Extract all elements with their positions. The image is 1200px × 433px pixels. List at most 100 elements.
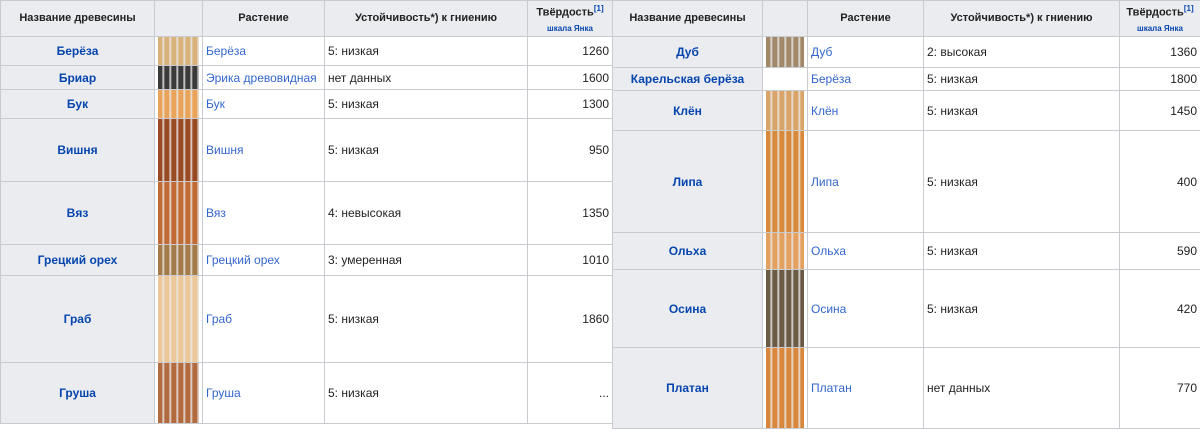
col-header-resistance[interactable]: Устойчивость*) к гниению	[324, 0, 528, 37]
hardness-cell: 950	[527, 118, 613, 182]
hardness-scale: шкала Янка	[1137, 23, 1183, 33]
resistance-cell: 5: низкая	[923, 232, 1120, 270]
wood-name[interactable]: Вишня	[0, 118, 155, 182]
wood-sample-image[interactable]	[154, 118, 203, 182]
wood-sample-image[interactable]	[154, 36, 203, 66]
table-row: Ольха Ольха 5: низкая 590	[612, 232, 1200, 270]
col-header-resistance[interactable]: Устойчивость*) к гниению	[923, 0, 1120, 37]
col-header-hardness[interactable]: Твёрдость[1] шкала Янка	[527, 0, 613, 37]
plant-link[interactable]: Липа	[811, 175, 839, 189]
plant-link[interactable]: Бук	[206, 97, 225, 111]
plant-link[interactable]: Граб	[206, 312, 232, 326]
wood-name[interactable]: Клён	[612, 90, 763, 131]
hardness-ref-link[interactable]: [1]	[594, 4, 604, 13]
plant-link[interactable]: Клён	[811, 104, 838, 118]
wood-swatch	[158, 245, 199, 275]
plant-link[interactable]: Эрика древовидная	[206, 71, 317, 85]
wood-name[interactable]: Груша	[0, 362, 155, 424]
wood-sample-image[interactable]	[154, 275, 203, 363]
col-header-name[interactable]: Название древесины	[0, 0, 155, 37]
wood-name[interactable]: Берёза	[0, 36, 155, 66]
wood-name[interactable]: Платан	[612, 347, 763, 429]
wood-swatch	[766, 91, 804, 130]
resistance-cell: 2: высокая	[923, 36, 1120, 68]
wood-swatch	[158, 119, 199, 181]
hardness-cell: 420	[1119, 269, 1200, 348]
plant-cell: Эрика древовидная	[202, 65, 325, 90]
plant-cell: Платан	[807, 347, 924, 429]
col-header-plant[interactable]: Растение	[202, 0, 325, 37]
wood-name[interactable]: Дуб	[612, 36, 763, 68]
plant-cell: Липа	[807, 130, 924, 233]
table-row: Дуб Дуб 2: высокая 1360	[612, 36, 1200, 68]
wood-sample-image[interactable]	[762, 90, 808, 131]
resistance-cell: 5: низкая	[923, 130, 1120, 233]
wood-sample-image[interactable]	[154, 89, 203, 119]
hardness-cell: 1600	[527, 65, 613, 90]
resistance-cell: 3: умеренная	[324, 244, 528, 276]
wood-swatch	[766, 270, 804, 347]
col-header-hardness[interactable]: Твёрдость[1] шкала Янка	[1119, 0, 1200, 37]
wood-name[interactable]: Бук	[0, 89, 155, 119]
col-header-image	[762, 0, 808, 37]
wood-name[interactable]: Липа	[612, 130, 763, 233]
wood-sample-image[interactable]	[762, 130, 808, 233]
table-row: Граб Граб 5: низкая 1860	[0, 275, 613, 363]
col-header-name[interactable]: Название древесины	[612, 0, 763, 37]
resistance-cell: 5: низкая	[324, 275, 528, 363]
plant-link[interactable]: Берёза	[811, 72, 851, 86]
wood-sample-image[interactable]	[762, 347, 808, 429]
plant-link[interactable]: Ольха	[811, 244, 846, 258]
resistance-cell: 5: низкая	[923, 90, 1120, 131]
wood-sample-image[interactable]	[154, 362, 203, 424]
resistance-cell: 5: низкая	[324, 36, 528, 66]
wood-swatch	[158, 182, 199, 244]
wood-sample-image[interactable]	[154, 181, 203, 245]
wood-sample-image[interactable]	[762, 232, 808, 270]
resistance-cell: 5: низкая	[923, 269, 1120, 348]
plant-link[interactable]: Берёза	[206, 44, 246, 58]
table-row: Осина Осина 5: низкая 420	[612, 269, 1200, 348]
resistance-cell: нет данных	[923, 347, 1120, 429]
wood-swatch	[766, 131, 804, 232]
wood-name[interactable]: Осина	[612, 269, 763, 348]
plant-cell: Ольха	[807, 232, 924, 270]
wood-sample-image[interactable]	[154, 244, 203, 276]
plant-link[interactable]: Грецкий орех	[206, 253, 280, 267]
wood-swatch	[158, 276, 199, 362]
hardness-cell: 1800	[1119, 67, 1200, 91]
plant-link[interactable]: Платан	[811, 381, 852, 395]
hardness-cell: 770	[1119, 347, 1200, 429]
plant-cell: Вишня	[202, 118, 325, 182]
plant-link[interactable]: Груша	[206, 386, 241, 400]
plant-cell: Берёза	[807, 67, 924, 91]
hardness-cell: 1450	[1119, 90, 1200, 131]
hardness-cell: 1260	[527, 36, 613, 66]
table-row: Вяз Вяз 4: невысокая 1350	[0, 181, 613, 245]
wood-name[interactable]: Вяз	[0, 181, 155, 245]
wood-swatch	[766, 233, 804, 269]
wood-name[interactable]: Карельская берёза	[612, 67, 763, 91]
plant-link[interactable]: Вяз	[206, 206, 226, 220]
wood-name[interactable]: Граб	[0, 275, 155, 363]
wood-sample-image[interactable]	[762, 67, 808, 91]
col-header-plant[interactable]: Растение	[807, 0, 924, 37]
wood-sample-image[interactable]	[762, 269, 808, 348]
plant-cell: Вяз	[202, 181, 325, 245]
hardness-cell: ...	[527, 362, 613, 424]
col-header-image	[154, 0, 203, 37]
wood-name[interactable]: Ольха	[612, 232, 763, 270]
table-row: Клён Клён 5: низкая 1450	[612, 90, 1200, 131]
plant-link[interactable]: Дуб	[811, 45, 832, 59]
plant-cell: Бук	[202, 89, 325, 119]
wood-sample-image[interactable]	[762, 36, 808, 68]
wood-name[interactable]: Грецкий орех	[0, 244, 155, 276]
wood-sample-image[interactable]	[154, 65, 203, 90]
wood-name[interactable]: Бриар	[0, 65, 155, 90]
table-row: Карельская берёза Берёза 5: низкая 1800	[612, 67, 1200, 91]
hardness-scale: шкала Янка	[547, 23, 593, 33]
plant-link[interactable]: Вишня	[206, 143, 243, 157]
hardness-ref-link[interactable]: [1]	[1184, 4, 1194, 13]
plant-link[interactable]: Осина	[811, 302, 846, 316]
resistance-cell: нет данных	[324, 65, 528, 90]
